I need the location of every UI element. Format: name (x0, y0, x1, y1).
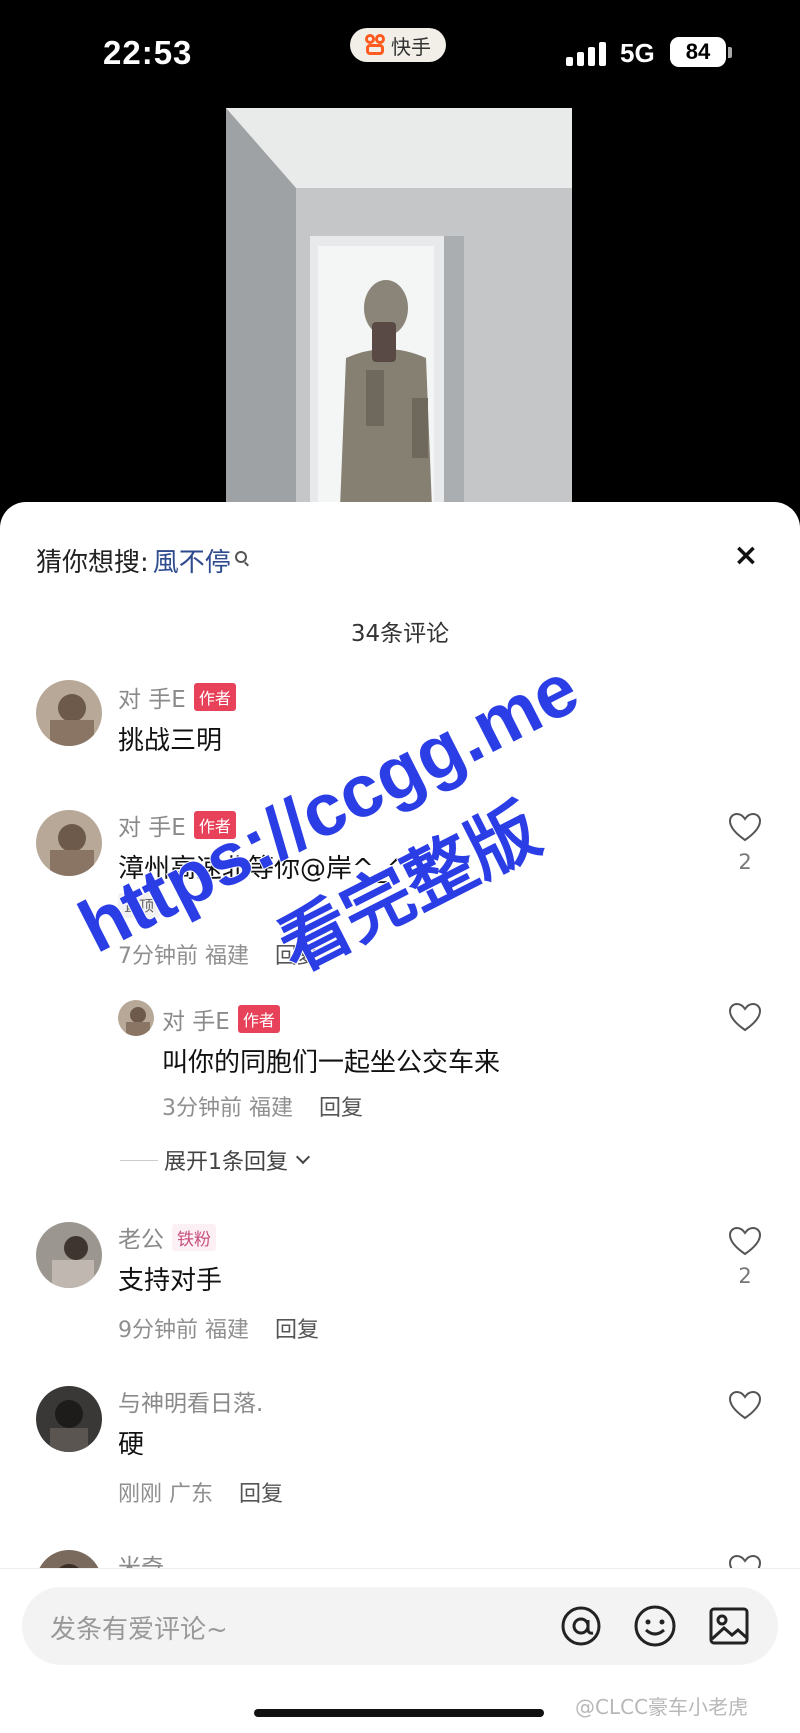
search-icon (234, 550, 247, 563)
heart-icon[interactable] (728, 1002, 762, 1032)
comment-input-placeholder: 发条有爱评论~ (50, 1615, 228, 1645)
comment-author[interactable]: 对 手E 作者 (118, 680, 236, 714)
status-bar: 22:53 快手 5G 84 (0, 0, 800, 110)
heart-icon[interactable] (728, 1226, 762, 1256)
comment-text: 支持对手 (118, 1266, 223, 1296)
reply-meta: 3分钟前 福建 回复 (162, 1096, 364, 1121)
chevron-down-icon (295, 1149, 311, 1165)
close-button[interactable]: × (728, 538, 764, 574)
comment-meta: 9分钟前 福建 回复 (118, 1318, 320, 1343)
author-tag: 作者 (237, 1005, 280, 1033)
comment-author[interactable]: 与神明看日落. (118, 1384, 263, 1418)
source-credit: @CLCC豪车小老虎 (575, 1695, 749, 1719)
comment-count: 34条评论 (350, 621, 450, 647)
comment-sheet: 猜你想搜: 風不停 × 34条评论 对 手E 作者 挑战三明 对 手E 作者 漳州高… (0, 502, 800, 1733)
like-count: 2 (738, 850, 752, 874)
battery-indicator: 84 (670, 37, 726, 67)
comment-text: 挑战三明 (118, 726, 223, 756)
reply-button[interactable]: 回复 (275, 1318, 319, 1343)
image-icon[interactable] (704, 1601, 754, 1651)
avatar[interactable] (36, 1386, 102, 1452)
search-suggestion[interactable]: 猜你想搜: 風不停 (36, 542, 247, 579)
kuaishou-logo-icon (365, 34, 387, 56)
video-frame-image (226, 108, 572, 508)
suggest-label: 猜你想搜: (36, 548, 149, 578)
video-preview[interactable] (226, 108, 572, 508)
comment-author[interactable]: 老公 铁粉 (118, 1220, 216, 1254)
pinned-badge: 置顶 (118, 893, 161, 918)
comment-author[interactable]: 对 手E 作者 (118, 808, 236, 842)
avatar[interactable] (36, 1222, 102, 1288)
heart-icon[interactable] (728, 1390, 762, 1420)
suggest-keyword[interactable]: 風不停 (153, 542, 231, 579)
expand-replies-button[interactable]: 展开1条回复 (120, 1144, 311, 1176)
reply-text: 叫你的同胞们一起坐公交车来 (162, 1048, 501, 1078)
mention-icon[interactable] (556, 1601, 606, 1651)
signal-icon (566, 40, 606, 66)
comment-input-bar: 发条有爱评论~ @CLCC豪车小老虎 (0, 1568, 800, 1733)
comment-input[interactable]: 发条有爱评论~ (22, 1587, 778, 1665)
reply-author[interactable]: 对 手E 作者 (162, 1002, 280, 1036)
heart-icon[interactable] (728, 812, 762, 842)
comment-meta: 7分钟前 福建 回复 (118, 944, 320, 969)
avatar[interactable] (118, 1000, 154, 1036)
reply-button[interactable]: 回复 (275, 944, 319, 969)
reply-button[interactable]: 回复 (319, 1096, 363, 1121)
battery-tip (728, 47, 732, 58)
network-type: 5G (620, 38, 655, 68)
avatar[interactable] (36, 680, 102, 746)
emoji-icon[interactable] (630, 1601, 680, 1651)
fan-tag: 铁粉 (172, 1223, 216, 1251)
author-tag: 作者 (193, 811, 236, 839)
author-tag: 作者 (193, 683, 236, 711)
app-name: 快手 (391, 34, 431, 59)
app-indicator-pill[interactable]: 快手 (350, 28, 446, 62)
home-indicator[interactable] (254, 1709, 544, 1717)
comment-meta: 刚刚 广东 回复 (118, 1482, 284, 1507)
reply-button[interactable]: 回复 (239, 1482, 283, 1507)
like-count: 2 (738, 1264, 752, 1288)
avatar[interactable] (36, 810, 102, 876)
comment-text: 硬 (118, 1430, 145, 1460)
status-time: 22:53 (103, 34, 193, 71)
comment-text: 漳州高速北等你@岸^_^ (118, 854, 409, 884)
